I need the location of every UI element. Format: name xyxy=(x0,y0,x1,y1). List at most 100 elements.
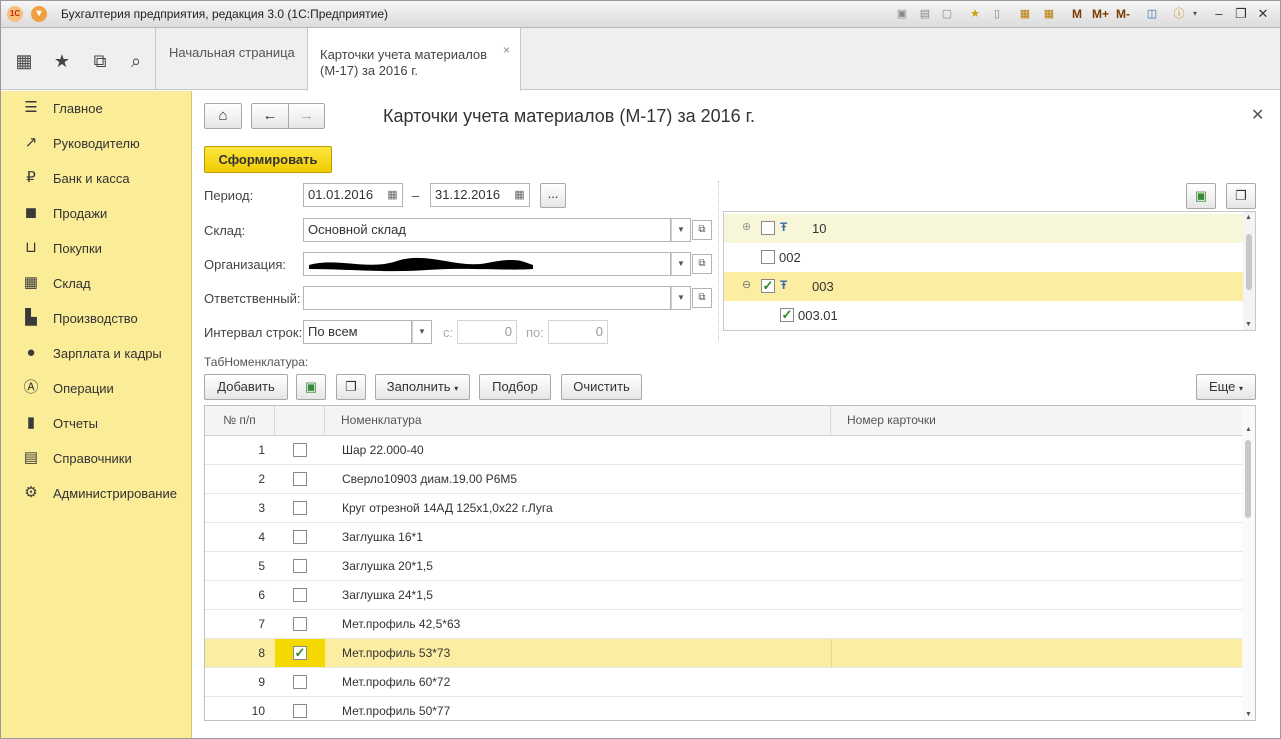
sidebar-item-admin[interactable]: ⚙ Администрирование xyxy=(1,476,192,511)
check-all-tree-button[interactable]: ▣ xyxy=(1186,183,1216,209)
from-field[interactable]: 0 xyxy=(457,320,517,344)
table-row[interactable]: 5 Заглушка 20*1,5 xyxy=(205,552,1242,581)
tree-row[interactable]: 002 xyxy=(724,243,1244,272)
table-row[interactable]: 4 Заглушка 16*1 xyxy=(205,523,1242,552)
sidebar-item-manager[interactable]: ↗ Руководителю xyxy=(1,126,192,161)
info-icon[interactable]: ⓘ xyxy=(1171,6,1187,22)
search-icon[interactable]: ⌕ xyxy=(119,44,153,78)
print-icon[interactable]: ▤ xyxy=(917,6,933,22)
table-scrollbar[interactable]: ▲ ▼ xyxy=(1242,406,1255,720)
row-checkbox[interactable] xyxy=(293,501,307,515)
favorites-icon[interactable]: ★ xyxy=(967,6,983,22)
table-row[interactable]: 10 Мет.профиль 50*77 xyxy=(205,697,1242,720)
tab-close-icon[interactable]: × xyxy=(503,42,510,58)
organization-open-icon[interactable]: ⧉ xyxy=(692,254,712,274)
row-checkbox[interactable] xyxy=(293,443,307,457)
sidebar-item-reports[interactable]: ▮ Отчеты xyxy=(1,406,192,441)
row-checkbox[interactable] xyxy=(293,559,307,573)
period-from-field[interactable]: 01.01.2016 xyxy=(303,183,393,207)
sidebar-item-operations[interactable]: Ⓐ Операции xyxy=(1,371,192,406)
interval-field[interactable]: По всем xyxy=(303,320,412,344)
panel-icon[interactable]: ◫ xyxy=(1144,6,1160,22)
table-row-selected[interactable]: 8 ✓ Мет.профиль 53*73 xyxy=(205,639,1242,668)
fill-button[interactable]: Заполнить ▾ xyxy=(375,374,470,400)
tree-row[interactable]: ⊕ Ŧ 10 xyxy=(724,214,1244,243)
table-row[interactable]: 2 Сверло10903 диам.19.00 Р6М5 xyxy=(205,465,1242,494)
tree-checkbox[interactable]: ✓ xyxy=(761,279,775,293)
responsible-field[interactable] xyxy=(303,286,671,310)
sidebar-item-salary[interactable]: ● Зарплата и кадры xyxy=(1,336,192,371)
tree-scroll-thumb[interactable] xyxy=(1246,234,1252,290)
tree-scrollbar[interactable]: ▲ ▼ xyxy=(1243,212,1255,330)
row-checkbox[interactable] xyxy=(293,588,307,602)
tree-row[interactable]: ⊖ ✓ Ŧ 003 xyxy=(724,272,1244,301)
tree-checkbox[interactable] xyxy=(761,250,775,264)
uncheck-all-rows-button[interactable]: ❐ xyxy=(336,374,366,400)
minimize-button[interactable]: – xyxy=(1209,5,1229,23)
tab-report[interactable]: Карточки учета материалов (М-17) за 2016… xyxy=(307,28,521,91)
more-button[interactable]: Еще ▾ xyxy=(1196,374,1256,400)
tree-checkbox[interactable] xyxy=(761,221,775,235)
row-checkbox[interactable] xyxy=(293,675,307,689)
row-checkbox[interactable] xyxy=(293,530,307,544)
preview-icon[interactable]: ▢ xyxy=(939,6,955,22)
info-dropdown-icon[interactable]: ▾ xyxy=(1187,6,1203,22)
memory-plus-button[interactable]: M+ xyxy=(1092,7,1109,21)
scroll-down-icon[interactable]: ▼ xyxy=(1245,321,1252,328)
tab-home[interactable]: Начальная страница xyxy=(157,28,307,90)
sidebar-item-warehouse[interactable]: ▦ Склад xyxy=(1,266,192,301)
organization-field[interactable] xyxy=(303,252,671,276)
period-to-field[interactable]: 31.12.2016 xyxy=(430,183,520,207)
close-form-icon[interactable]: ✕ xyxy=(1251,105,1264,125)
tree-checkbox[interactable]: ✓ xyxy=(780,308,794,322)
calendar-icon[interactable]: ▦ xyxy=(1041,6,1057,22)
scroll-down-icon[interactable]: ▼ xyxy=(1245,711,1252,718)
scroll-up-icon[interactable]: ▲ xyxy=(1245,214,1252,221)
sidebar-item-sales[interactable]: ◼ Продажи xyxy=(1,196,192,231)
row-checkbox[interactable]: ✓ xyxy=(293,646,307,660)
check-all-rows-button[interactable]: ▣ xyxy=(296,374,326,400)
col-header-number[interactable]: № п/п xyxy=(205,406,275,436)
forward-button[interactable]: → xyxy=(288,103,325,129)
sidebar-item-production[interactable]: ▙ Производство xyxy=(1,301,192,336)
row-checkbox[interactable] xyxy=(293,472,307,486)
close-window-button[interactable]: ✕ xyxy=(1253,5,1273,23)
app-logo-icon[interactable]: 1C xyxy=(7,6,23,22)
table-scroll-thumb[interactable] xyxy=(1245,440,1251,518)
uncheck-all-tree-button[interactable]: ❐ xyxy=(1226,183,1256,209)
back-button[interactable]: ← xyxy=(251,103,288,129)
generate-button[interactable]: Сформировать xyxy=(204,146,332,173)
sidebar-item-references[interactable]: ▤ Справочники xyxy=(1,441,192,476)
star-icon[interactable]: ★ xyxy=(45,44,79,78)
col-header-card-number[interactable]: Номер карточки xyxy=(831,406,1255,436)
clear-button[interactable]: Очистить xyxy=(561,374,642,400)
col-header-nomenclature[interactable]: Номенклатура xyxy=(325,406,831,436)
calendar-from-icon[interactable]: ▦ xyxy=(383,183,403,207)
organization-dropdown-icon[interactable]: ▼ xyxy=(671,252,691,276)
memory-m-button[interactable]: M xyxy=(1072,7,1082,21)
table-row[interactable]: 1 Шар 22.000-40 xyxy=(205,436,1242,465)
history-clock-icon[interactable]: ⧉ xyxy=(83,44,117,78)
apps-grid-icon[interactable]: ▦ xyxy=(7,44,41,78)
col-header-check[interactable] xyxy=(275,406,325,436)
sidebar-item-purchases[interactable]: ⊔ Покупки xyxy=(1,231,192,266)
sidebar-item-main[interactable]: ☰ Главное xyxy=(1,91,192,126)
memory-minus-button[interactable]: M- xyxy=(1116,7,1130,21)
table-row[interactable]: 9 Мет.профиль 60*72 xyxy=(205,668,1242,697)
scroll-up-icon[interactable]: ▲ xyxy=(1245,426,1252,433)
tree-row[interactable]: ✓ 003.01 xyxy=(724,301,1244,330)
save-icon[interactable]: ▣ xyxy=(894,6,910,22)
to-field[interactable]: 0 xyxy=(548,320,608,344)
warehouse-open-icon[interactable]: ⧉ xyxy=(692,220,712,240)
period-select-button[interactable]: ... xyxy=(540,183,566,208)
table-row[interactable]: 7 Мет.профиль 42,5*63 xyxy=(205,610,1242,639)
home-button[interactable]: ⌂ xyxy=(204,103,242,129)
history-icon[interactable]: ▯ xyxy=(989,6,1005,22)
warehouse-dropdown-icon[interactable]: ▼ xyxy=(671,218,691,242)
expand-icon[interactable]: ⊕ xyxy=(742,220,751,233)
row-checkbox[interactable] xyxy=(293,704,307,718)
pick-button[interactable]: Подбор xyxy=(479,374,551,400)
restore-button[interactable]: ❐ xyxy=(1231,5,1251,23)
interval-dropdown-icon[interactable]: ▼ xyxy=(412,320,432,344)
responsible-open-icon[interactable]: ⧉ xyxy=(692,288,712,308)
